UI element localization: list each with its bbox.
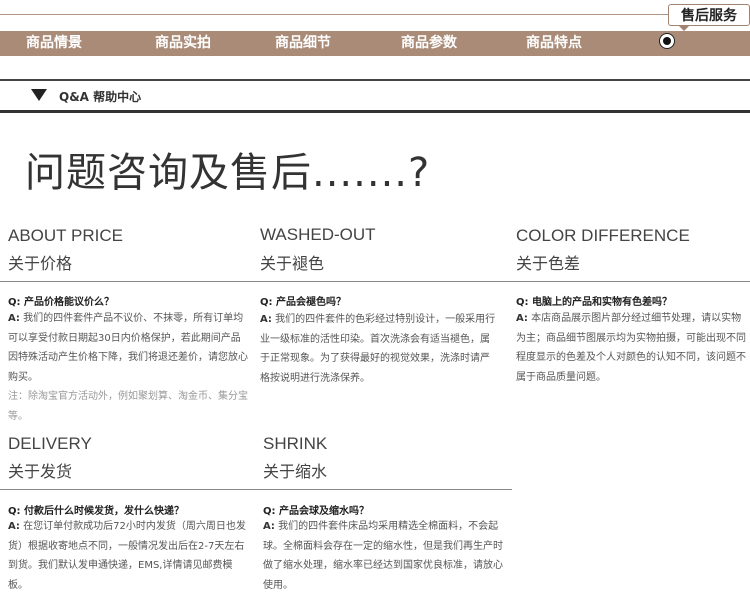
section-washed-rule xyxy=(248,281,506,282)
section-delivery-question: Q: 付款后什么时候发货，发什么快递？ xyxy=(8,506,184,517)
section-shrink-zh: 关于缩水 xyxy=(263,462,328,481)
section-shrink-question: Q: 产品会球及缩水吗？ xyxy=(263,506,369,517)
section-delivery-answer: A: 在您订单付款成功后72小时内发货（周六周日也发货）根据收寄地点不同，一般情… xyxy=(8,521,246,591)
section-price-zh: 关于价格 xyxy=(8,254,73,273)
section-delivery-rule xyxy=(0,489,254,490)
section-color-en: COLOR DIFFERENCE xyxy=(516,226,690,245)
header-top-line xyxy=(0,14,668,15)
section-shrink-en: SHRINK xyxy=(263,434,328,453)
qa-bottom-rule xyxy=(0,110,750,113)
section-delivery-zh: 关于发货 xyxy=(8,462,73,481)
section-price-rule xyxy=(0,281,248,282)
nav-item-features[interactable]: 商品特点 xyxy=(526,31,582,56)
section-price-answer: A: 我们的四件套件产品不议价、不抹零，所有订单均可以享受付款日期起30日内价格… xyxy=(8,313,248,422)
section-delivery-en: DELIVERY xyxy=(8,434,92,453)
nav-item-photos[interactable]: 商品实拍 xyxy=(155,31,211,56)
nav-active-dot-icon[interactable] xyxy=(659,33,675,49)
qa-top-rule xyxy=(0,79,750,81)
section-washed-question: Q: 产品会褪色吗？ xyxy=(260,297,346,308)
nav-item-params[interactable]: 商品参数 xyxy=(401,31,457,56)
section-washed-en: WASHED-OUT xyxy=(260,225,376,244)
section-washed-zh: 关于褪色 xyxy=(260,254,325,273)
page-title: 问题咨询及售后.......? xyxy=(25,150,431,196)
section-shrink-rule xyxy=(254,489,512,490)
triangle-down-icon xyxy=(31,89,47,101)
nav-item-scene[interactable]: 商品情景 xyxy=(26,31,82,56)
section-color-answer: A: 本店商品展示图片部分经过细节处理，请以实物为主；商品细节图展示均为实物拍摄… xyxy=(516,313,746,383)
section-price-note: 注：除淘宝官方活动外，例如聚划算、淘金币、集分宝等。 xyxy=(8,391,248,422)
aftersales-tab[interactable]: 售后服务 xyxy=(668,4,750,26)
section-washed-answer: A: 我们的四件套件的色彩经过特别设计，一般采用行业一级标准的活性印染。首次洗涤… xyxy=(260,314,496,384)
nav-item-details[interactable]: 商品细节 xyxy=(275,31,331,56)
section-shrink-answer: A: 我们的四件套件床品均采用精选全棉面料，不会起球。全棉面料会存在一定的缩水性… xyxy=(263,521,503,591)
section-price-question: Q: 产品价格能议价么？ xyxy=(8,297,114,308)
qa-help-label: Q&A 帮助中心 xyxy=(59,90,142,104)
section-price-en: ABOUT PRICE xyxy=(8,226,123,245)
section-color-rule xyxy=(506,281,750,282)
nav-bar: 商品情景 商品实拍 商品细节 商品参数 商品特点 xyxy=(0,31,750,56)
section-color-question: Q: 电脑上的产品和实物有色差吗？ xyxy=(516,297,672,308)
section-color-zh: 关于色差 xyxy=(516,254,581,273)
